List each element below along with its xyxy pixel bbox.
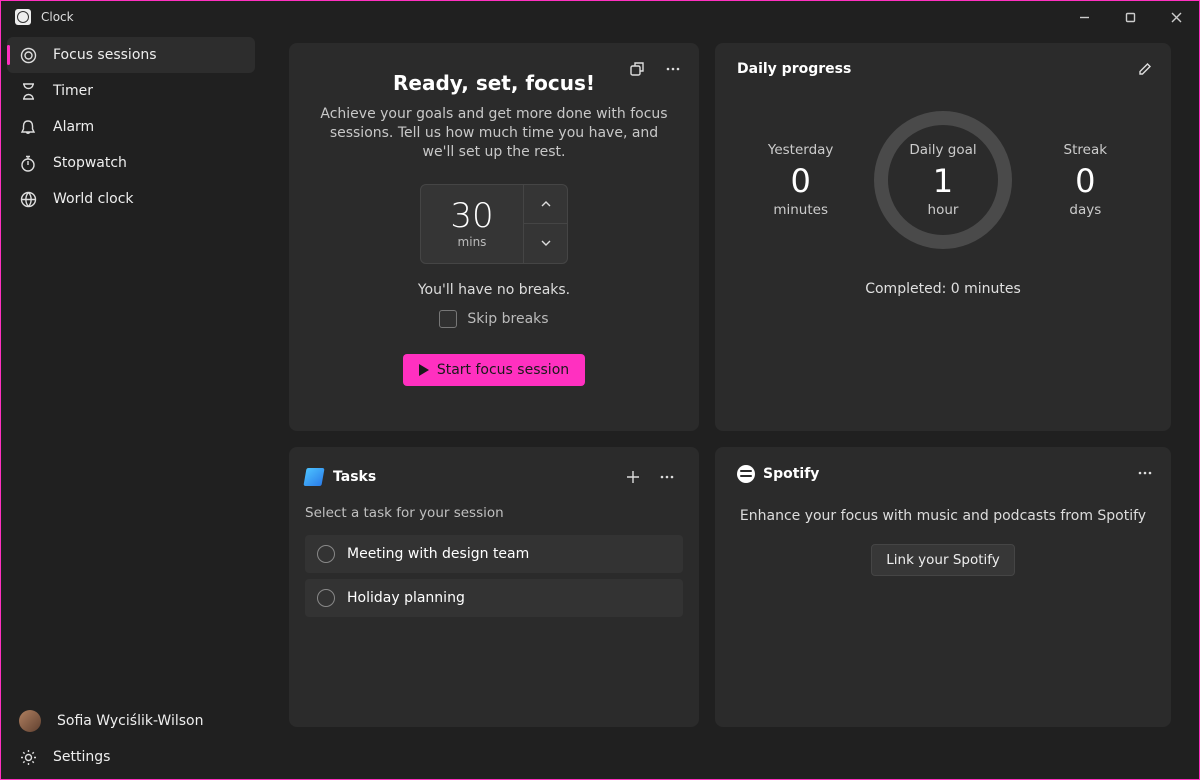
titlebar: Clock xyxy=(1,1,1199,33)
sidebar-item-alarm[interactable]: Alarm xyxy=(7,109,255,145)
sidebar-item-focus-sessions[interactable]: Focus sessions xyxy=(7,37,255,73)
daily-progress-card: Daily progress Yesterday 0 minutes Daily… xyxy=(715,43,1171,431)
sidebar-item-label: Timer xyxy=(53,83,93,99)
completed-text: Completed: 0 minutes xyxy=(737,281,1149,297)
stat-label: Streak xyxy=(1025,142,1145,158)
skip-breaks-checkbox[interactable] xyxy=(439,310,457,328)
spotify-message: Enhance your focus with music and podcas… xyxy=(737,507,1149,526)
hourglass-icon xyxy=(19,83,37,100)
minutes-spinbox: 30 mins xyxy=(420,184,568,264)
stat-unit: days xyxy=(1025,202,1145,218)
sidebar-item-world-clock[interactable]: World clock xyxy=(7,181,255,217)
minutes-display[interactable]: 30 mins xyxy=(421,185,523,263)
focus-session-card: Ready, set, focus! Achieve your goals an… xyxy=(289,43,699,431)
more-button[interactable] xyxy=(657,53,689,85)
stat-label: Yesterday xyxy=(741,142,861,158)
minutes-increase-button[interactable] xyxy=(524,185,567,225)
skip-breaks-label: Skip breaks xyxy=(467,311,548,327)
window-controls xyxy=(1061,1,1199,33)
minutes-value: 30 xyxy=(450,199,493,233)
settings-label: Settings xyxy=(53,749,110,765)
sidebar-user[interactable]: Sofia Wyciślik-Wilson xyxy=(7,703,255,739)
stat-yesterday: Yesterday 0 minutes xyxy=(741,142,861,218)
sidebar-settings[interactable]: Settings xyxy=(7,739,255,775)
spotify-more-button[interactable] xyxy=(1129,457,1161,489)
main-content: Ready, set, focus! Achieve your goals an… xyxy=(261,33,1199,779)
keep-on-top-button[interactable] xyxy=(621,53,653,85)
task-radio[interactable] xyxy=(317,545,335,563)
sidebar-item-stopwatch[interactable]: Stopwatch xyxy=(7,145,255,181)
sidebar-item-label: Alarm xyxy=(53,119,94,135)
add-task-button[interactable] xyxy=(617,461,649,493)
stat-unit: minutes xyxy=(741,202,861,218)
focus-subtitle: Achieve your goals and get more done wit… xyxy=(315,105,673,162)
spotify-title: Spotify xyxy=(763,466,819,482)
task-radio[interactable] xyxy=(317,589,335,607)
minimize-button[interactable] xyxy=(1061,1,1107,33)
sidebar-item-timer[interactable]: Timer xyxy=(7,73,255,109)
sidebar-item-label: Focus sessions xyxy=(53,47,157,63)
gear-icon xyxy=(19,749,37,766)
app-title: Clock xyxy=(41,10,74,24)
clock-app-icon xyxy=(15,9,31,25)
task-label: Meeting with design team xyxy=(347,546,529,562)
close-button[interactable] xyxy=(1153,1,1199,33)
link-spotify-label: Link your Spotify xyxy=(886,552,1000,568)
user-name: Sofia Wyciślik-Wilson xyxy=(57,713,203,729)
tasks-more-button[interactable] xyxy=(651,461,683,493)
todo-icon xyxy=(303,468,324,486)
play-icon xyxy=(419,364,429,376)
globe-icon xyxy=(19,191,37,208)
task-item[interactable]: Holiday planning xyxy=(305,579,683,617)
maximize-button[interactable] xyxy=(1107,1,1153,33)
bell-icon xyxy=(19,119,37,136)
tasks-hint: Select a task for your session xyxy=(305,505,683,521)
edit-goal-button[interactable] xyxy=(1129,53,1161,85)
sidebar: Focus sessions Timer Alarm Stopwatch Wor… xyxy=(1,33,261,779)
spotify-card: Spotify Enhance your focus with music an… xyxy=(715,447,1171,727)
daily-goal-ring: Daily goal 1 hour xyxy=(868,105,1018,255)
avatar xyxy=(19,710,41,732)
progress-title: Daily progress xyxy=(737,61,1149,77)
stat-value: 0 xyxy=(1025,162,1145,200)
breaks-note: You'll have no breaks. xyxy=(315,282,673,298)
tasks-title: Tasks xyxy=(333,469,376,485)
spotify-icon xyxy=(737,465,755,483)
start-button-label: Start focus session xyxy=(437,362,569,378)
stat-value: 0 xyxy=(741,162,861,200)
focus-title: Ready, set, focus! xyxy=(315,71,673,95)
sidebar-item-label: World clock xyxy=(53,191,134,207)
stat-streak: Streak 0 days xyxy=(1025,142,1145,218)
minutes-unit: mins xyxy=(458,235,487,249)
minutes-decrease-button[interactable] xyxy=(524,224,567,263)
task-label: Holiday planning xyxy=(347,590,465,606)
tasks-card: Tasks Select a task for your session Mee… xyxy=(289,447,699,727)
start-focus-button[interactable]: Start focus session xyxy=(403,354,585,386)
task-item[interactable]: Meeting with design team xyxy=(305,535,683,573)
stopwatch-icon xyxy=(19,155,37,172)
target-icon xyxy=(19,47,37,64)
sidebar-item-label: Stopwatch xyxy=(53,155,127,171)
link-spotify-button[interactable]: Link your Spotify xyxy=(871,544,1015,576)
